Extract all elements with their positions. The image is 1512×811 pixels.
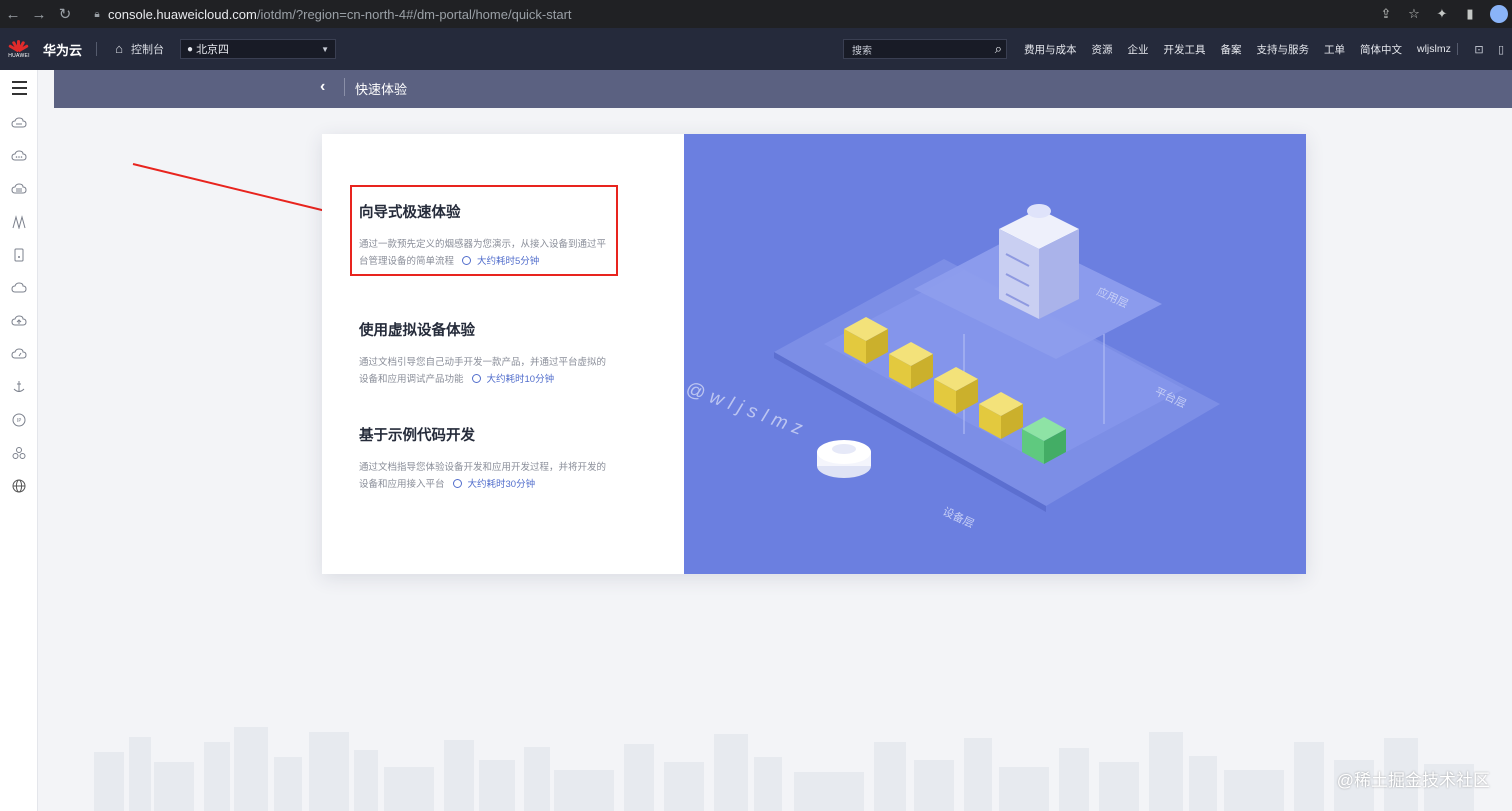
top-menu: 费用与成本 资源 企业 开发工具 备案 支持与服务 工单 简体中文 wljslm… [1024, 28, 1466, 70]
option-time: 大约耗时10分钟 [471, 374, 555, 385]
option-time-text: 大约耗时30分钟 [467, 479, 536, 490]
profile-avatar[interactable] [1490, 5, 1508, 23]
clock-icon [462, 256, 472, 265]
left-sidebar: IP [0, 70, 38, 811]
extensions-icon[interactable]: ✦ [1428, 6, 1456, 22]
option-title: 基于示例代码开发 [359, 428, 475, 444]
corner-watermark: @稀土掘金技术社区 [1336, 771, 1490, 790]
divider [96, 42, 98, 56]
option-sample-code[interactable]: 基于示例代码开发 通过文档指导您体验设备开发和应用开发过程，并将开发的设备和应用… [359, 424, 614, 493]
device-icon[interactable] [0, 238, 38, 271]
console-link[interactable]: 控制台 [131, 41, 164, 57]
cluster-icon[interactable] [0, 436, 38, 469]
search-icon[interactable]: ⌕ [995, 41, 1002, 57]
hamburger-menu-icon[interactable] [0, 70, 38, 106]
huawei-flower-icon [8, 39, 29, 53]
location-pin-icon: ● [187, 43, 194, 55]
menu-item-filing[interactable]: 备案 [1221, 42, 1242, 57]
option-title: 向导式极速体验 [359, 205, 461, 221]
huawei-logo[interactable]: HUAWEI [0, 28, 38, 70]
region-select[interactable]: ● 北京四 ▼ [180, 39, 337, 59]
cloud-icon[interactable] [0, 271, 38, 304]
sidepanel-icon[interactable]: ▮ [1456, 6, 1484, 22]
iot-isometric-graphic: 应用层 平台层 设备层 [774, 204, 1220, 531]
browser-toolbar: ← → ↻ 🔒︎ console.huaweicloud.com/iotdm/?… [0, 0, 1512, 28]
menu-item-enterprise[interactable]: 企业 [1128, 42, 1149, 57]
star-icon[interactable]: ☆ [1400, 6, 1428, 22]
page-title: 快速体验 [355, 82, 408, 97]
option-guided[interactable]: 向导式极速体验 通过一款预先定义的烟感器为您演示，从接入设备到通过平台管理设备的… [359, 201, 614, 270]
server-stack-icon [999, 204, 1079, 319]
url-path: /iotdm/?region=cn-north-4#/dm-portal/hom… [256, 6, 572, 22]
city-skyline-background [94, 727, 1474, 811]
console-topbar: HUAWEI 华为云 ⌂ 控制台 ● 北京四 ▼ 搜索 ⌕ 费用与成本 资源 企… [0, 28, 1512, 70]
option-title: 使用虚拟设备体验 [359, 323, 475, 339]
brand-name[interactable]: 华为云 [43, 40, 82, 59]
option-time-text: 大约耗时5分钟 [477, 256, 540, 267]
cloud-dots-icon[interactable] [0, 139, 38, 172]
option-time-text: 大约耗时10分钟 [486, 374, 555, 385]
divider [1457, 43, 1458, 55]
option-time: 大约耗时5分钟 [462, 256, 539, 267]
lock-icon: 🔒︎ [94, 8, 100, 20]
search-placeholder: 搜索 [852, 45, 872, 57]
clock-icon [471, 374, 481, 383]
menu-item-billing[interactable]: 费用与成本 [1024, 42, 1077, 57]
anchor-icon[interactable] [0, 370, 38, 403]
address-bar[interactable]: 🔒︎ console.huaweicloud.com/iotdm/?region… [86, 2, 1366, 26]
menu-item-devtools[interactable]: 开发工具 [1164, 42, 1206, 57]
option-time: 大约耗时30分钟 [452, 479, 536, 490]
menu-item-resources[interactable]: 资源 [1092, 42, 1113, 57]
divider [344, 78, 345, 96]
clock-icon [452, 479, 462, 488]
more-icon[interactable]: ▯ [1490, 43, 1512, 56]
url-host: console.huaweicloud.com [108, 6, 257, 22]
reload-icon[interactable]: ↻ [52, 0, 78, 28]
option-desc: 通过文档指导您体验设备开发和应用开发过程，并将开发的设备和应用接入平台 大约耗时3… [359, 459, 614, 493]
menu-item-user[interactable]: wljslmz [1417, 43, 1451, 55]
cloud-upload-icon[interactable] [0, 304, 38, 337]
svg-text:IP: IP [17, 418, 22, 424]
search-input[interactable]: 搜索 ⌕ [843, 39, 1007, 59]
logo-text: HUAWEI [8, 53, 30, 59]
forward-arrow-icon[interactable]: → [26, 0, 52, 28]
share-icon[interactable]: ⇪ [1372, 6, 1400, 22]
menu-item-support[interactable]: 支持与服务 [1257, 42, 1310, 57]
experience-options: 向导式极速体验 通过一款预先定义的烟感器为您演示，从接入设备到通过平台管理设备的… [322, 134, 684, 574]
option-desc: 通过文档引导您自己动手开发一款产品，并通过平台虚拟的设备和应用调试产品功能 大约耗… [359, 354, 614, 388]
back-arrow-icon[interactable]: ← [0, 0, 26, 28]
quick-start-card: 向导式极速体验 通过一款预先定义的烟感器为您演示，从接入设备到通过平台管理设备的… [322, 134, 1306, 574]
terminal-icon[interactable]: ⊡ [1468, 43, 1490, 56]
device-layer-label: 设备层 [941, 504, 977, 531]
region-value: 北京四 [196, 44, 230, 56]
annotation-arrow [132, 163, 342, 217]
network-icon[interactable] [0, 205, 38, 238]
menu-item-tickets[interactable]: 工单 [1324, 42, 1345, 57]
page-header: ‹ 快速体验 [54, 70, 1512, 108]
ip-icon[interactable]: IP [0, 403, 38, 436]
cloud-gauge-icon[interactable] [0, 337, 38, 370]
menu-item-language[interactable]: 简体中文 [1360, 42, 1402, 57]
iot-architecture-illustration: 应用层 平台层 设备层 @wljslmz [684, 134, 1306, 574]
globe-icon[interactable] [0, 469, 38, 502]
cloud-database-icon[interactable] [0, 172, 38, 205]
option-desc: 通过一款预先定义的烟感器为您演示，从接入设备到通过平台管理设备的简单流程 大约耗时… [359, 236, 614, 270]
option-virtual-device[interactable]: 使用虚拟设备体验 通过文档引导您自己动手开发一款产品，并通过平台虚拟的设备和应用… [359, 319, 614, 388]
caret-down-icon: ▼ [321, 44, 330, 54]
home-icon[interactable]: ⌂ [111, 41, 127, 57]
back-chevron-icon[interactable]: ‹ [320, 78, 325, 96]
smoke-detector-icon [817, 440, 871, 478]
cloud-server-icon[interactable] [0, 106, 38, 139]
